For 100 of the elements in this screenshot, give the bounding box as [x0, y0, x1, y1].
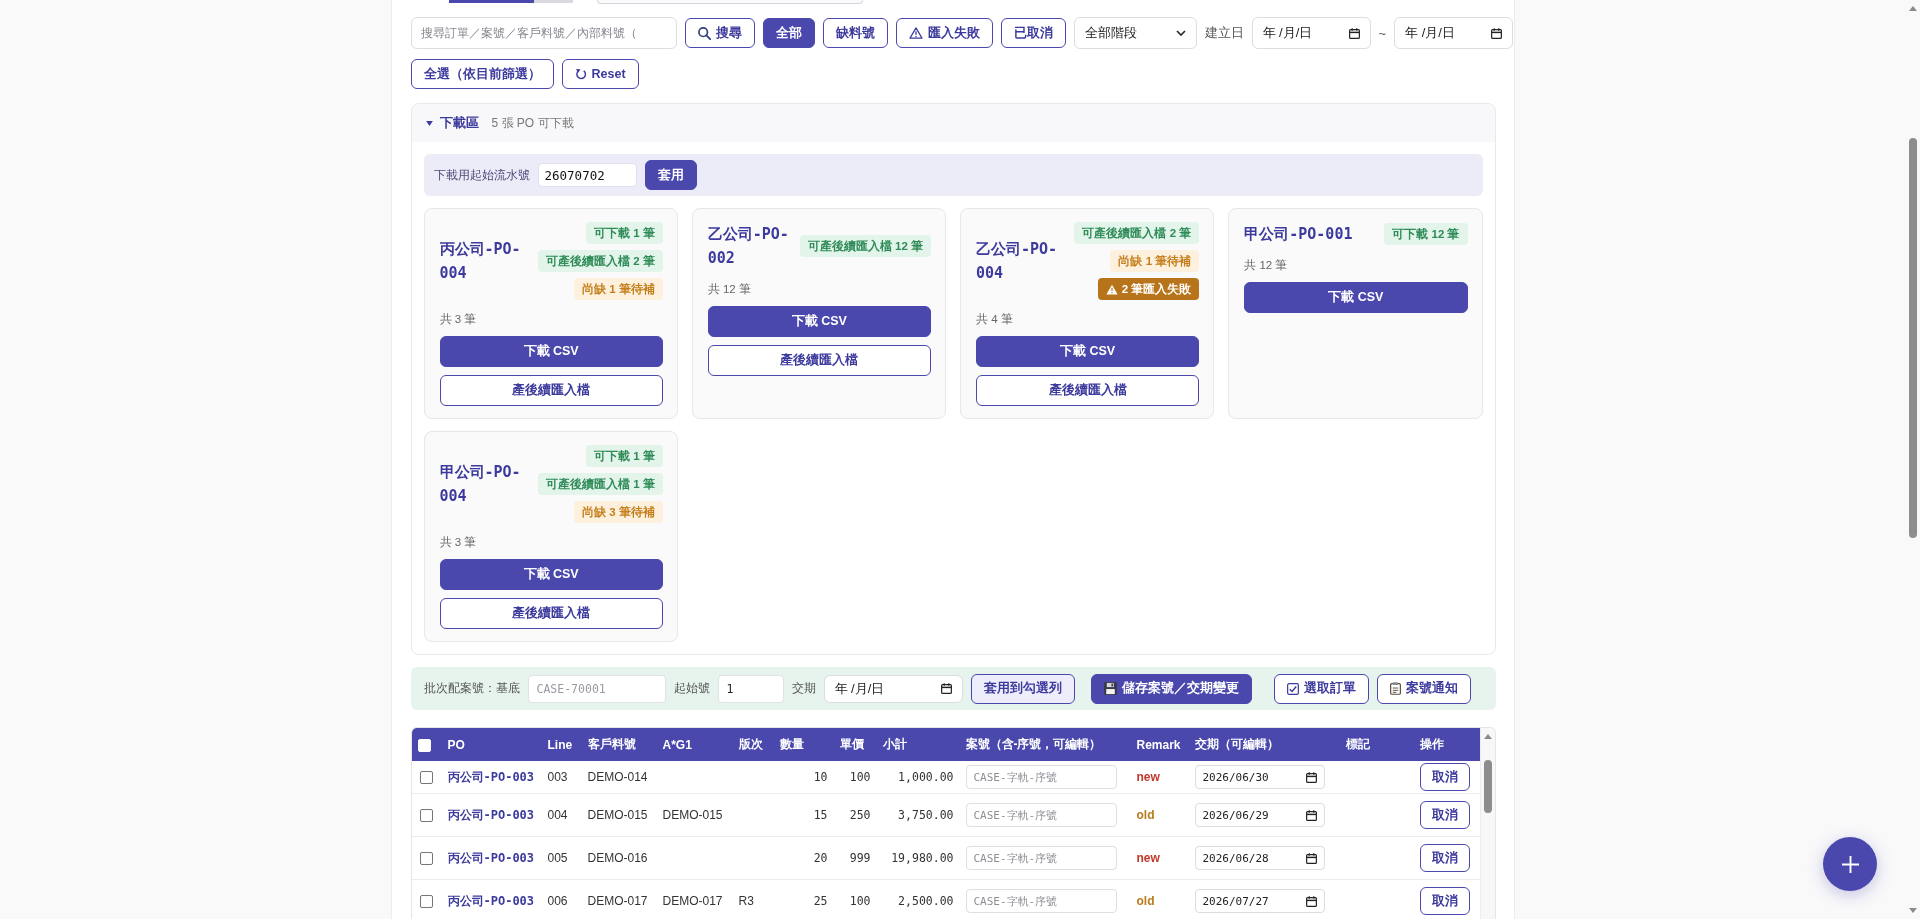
calendar-icon	[1348, 27, 1360, 39]
table-cell: 005	[541, 836, 582, 880]
download-csv-button[interactable]: 下載 CSV	[439, 336, 663, 367]
cancel-button[interactable]: 取消	[1419, 887, 1470, 915]
select-all-checkbox[interactable]	[417, 738, 431, 752]
row-checkbox[interactable]	[420, 771, 433, 785]
table-cell: 100	[833, 879, 877, 919]
card-title: 丙公司-PO-004	[439, 239, 522, 284]
stage-select[interactable]: 全部階段	[1073, 17, 1197, 49]
calendar-icon	[1305, 895, 1317, 907]
panel-title[interactable]: 下載區	[439, 114, 479, 132]
row-checkbox[interactable]	[420, 809, 433, 823]
download-csv-button[interactable]: 下載 CSV	[976, 336, 1200, 367]
table-cell: 19,980.00	[876, 836, 960, 880]
apply-button[interactable]: 套用到勾選列	[970, 673, 1075, 704]
po-link[interactable]: 丙公司-PO-003	[447, 807, 535, 822]
reset-icon	[574, 68, 587, 80]
table-cell: 006	[541, 879, 582, 919]
filter-chip[interactable]: 全部	[762, 18, 815, 48]
download-csv-button[interactable]: 下載 CSV	[707, 306, 931, 337]
po-link[interactable]: 丙公司-PO-003	[447, 769, 535, 784]
table-cell: 25	[773, 879, 834, 919]
date-field[interactable]: 年 /月/日	[1394, 17, 1514, 49]
scroll-up-icon[interactable]	[1908, 6, 1917, 11]
scroll-down-icon[interactable]	[1908, 908, 1917, 913]
remark-label: old	[1136, 894, 1155, 908]
scrollbar-thumb[interactable]	[1908, 138, 1917, 538]
serial-label: 下載用起始流水號	[433, 166, 530, 184]
filter-chip[interactable]: 匯入失敗	[895, 18, 993, 48]
po-link[interactable]: 丙公司-PO-003	[447, 893, 535, 908]
case-input[interactable]: CASE-字軌-序號	[965, 803, 1117, 827]
cancel-button[interactable]: 取消	[1419, 801, 1470, 829]
status-badge: 可產後續匯入檔 1 筆	[537, 473, 663, 495]
status-badge: 可產後續匯入檔 2 筆	[537, 250, 663, 272]
table-cell: 3,750.00	[876, 793, 960, 837]
cancel-button[interactable]: 取消	[1419, 763, 1470, 791]
row-checkbox[interactable]	[420, 852, 433, 866]
status-badge: 尚缺 1 筆待補	[573, 278, 663, 300]
due-date-field[interactable]: 2026/06/30	[1194, 765, 1325, 789]
status-badge: 2 筆匯入失敗	[1097, 278, 1200, 300]
save-button[interactable]: 儲存案號／交期變更	[1090, 673, 1252, 704]
table-cell: DEMO-017	[581, 879, 657, 919]
caret-icon[interactable]	[425, 120, 433, 126]
due-date-field[interactable]: 2026/06/29	[1194, 803, 1325, 827]
table-cell: 250	[833, 793, 877, 837]
status-badge: 可下載 12 筆	[1384, 223, 1468, 245]
followup-file-button[interactable]: 產後續匯入檔	[439, 375, 663, 406]
table-cell: 20	[773, 836, 834, 880]
start-number-input[interactable]: 1	[717, 674, 784, 703]
add-button[interactable]	[1823, 837, 1877, 891]
date-label: 建立日	[1204, 24, 1244, 42]
scrollbar-thumb[interactable]	[1483, 760, 1492, 813]
table-cell: 2,500.00	[876, 879, 960, 919]
calendar-icon	[1305, 852, 1317, 864]
po-link[interactable]: 丙公司-PO-003	[447, 850, 535, 865]
calendar-icon	[1305, 771, 1317, 783]
download-csv-button[interactable]: 下載 CSV	[1244, 282, 1468, 313]
download-csv-button[interactable]: 下載 CSV	[439, 559, 663, 590]
followup-file-button[interactable]: 產後續匯入檔	[707, 345, 931, 376]
case-input[interactable]: CASE-字軌-序號	[965, 765, 1117, 789]
column-header: PO	[441, 728, 542, 761]
followup-file-button[interactable]: 產後續匯入檔	[439, 598, 663, 629]
filter-chip[interactable]: 已取消	[1000, 18, 1066, 48]
card-count: 共 12 筆	[707, 282, 751, 296]
case-input[interactable]: CASE-字軌-序號	[965, 889, 1117, 913]
table-cell: DEMO-016	[581, 836, 657, 880]
apply-button[interactable]: 套用	[644, 160, 697, 190]
tab-edge	[533, 0, 573, 3]
card-title: 甲公司-PO-004	[439, 462, 522, 507]
remark-label: old	[1136, 808, 1155, 822]
row-checkbox[interactable]	[420, 895, 433, 909]
column-header: 小計	[876, 728, 960, 761]
clipboard-icon	[1389, 682, 1401, 695]
search-button[interactable]: 搜尋	[684, 18, 755, 48]
column-header: 客戶料號	[581, 728, 657, 761]
filter-chip[interactable]: 缺料號	[822, 18, 888, 48]
status-badge: 尚缺 1 筆待補	[1110, 250, 1200, 272]
select-all-button[interactable]: 全選（依目前篩選）	[410, 59, 554, 89]
scroll-up-icon[interactable]	[1483, 734, 1492, 739]
card-count: 共 4 筆	[976, 312, 1013, 326]
serial-input[interactable]: 26070702	[537, 163, 637, 187]
date-field[interactable]: 年 /月/日	[823, 674, 963, 703]
notify-button[interactable]: 案號通知	[1376, 673, 1471, 704]
column-header: 版次	[732, 728, 774, 761]
search-field[interactable]: 搜尋訂單／案號／客戶料號／內部料號（	[410, 17, 677, 49]
table-cell: DEMO-017	[656, 879, 733, 919]
table-cell: 10	[773, 761, 834, 794]
followup-file-button[interactable]: 產後續匯入檔	[976, 375, 1200, 406]
card-title: 乙公司-PO-002	[707, 224, 790, 269]
case-input[interactable]: CASE-字軌-序號	[965, 846, 1117, 870]
reset-button[interactable]: Reset	[561, 59, 639, 89]
due-date-field[interactable]: 2026/07/27	[1194, 889, 1325, 913]
select-orders-button[interactable]: 選取訂單	[1273, 673, 1369, 704]
column-header: 標記	[1339, 728, 1414, 761]
card-count: 共 3 筆	[439, 312, 477, 326]
cancel-button[interactable]: 取消	[1419, 844, 1470, 872]
due-date-field[interactable]: 2026/06/28	[1194, 846, 1325, 870]
date-field[interactable]: 年 /月/日	[1251, 17, 1371, 49]
case-base-input[interactable]: CASE-70001	[527, 674, 666, 703]
column-header: Line	[541, 728, 582, 761]
